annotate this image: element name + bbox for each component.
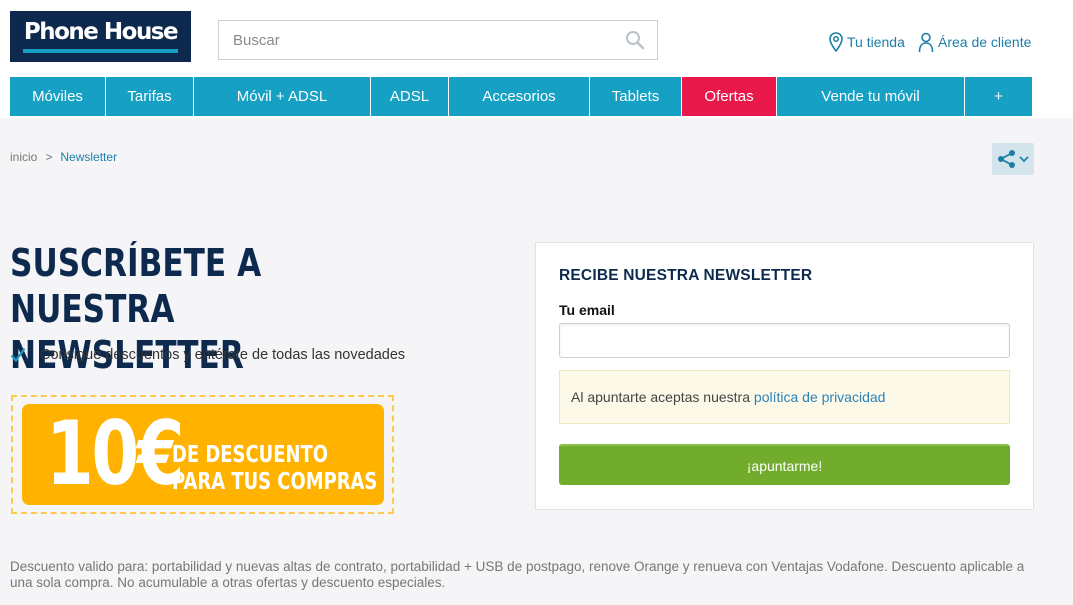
benefit-text: Consigue descuentos y entérate de todas … — [40, 347, 406, 363]
phone-house-logo[interactable]: Phone House — [10, 11, 191, 62]
chevron-down-icon — [1019, 156, 1029, 163]
nav-item-tarifas[interactable]: Tarifas — [106, 77, 194, 116]
email-label: Tu email — [559, 302, 615, 318]
customer-area-link[interactable]: Área de cliente — [918, 31, 1031, 53]
nav-item-moviles[interactable]: Móviles — [10, 77, 106, 116]
form-title: RECIBE NUESTRA NEWSLETTER — [559, 267, 813, 284]
share-button[interactable] — [992, 143, 1034, 175]
breadcrumb-separator: > — [45, 150, 53, 164]
search-input[interactable] — [219, 21, 619, 59]
nav-item-vende-tu-movil[interactable]: Vende tu móvil — [777, 77, 965, 116]
nav-item-adsl[interactable]: ADSL — [371, 77, 449, 116]
main-nav: Móviles Tarifas Móvil + ADSL ADSL Acceso… — [10, 77, 1033, 116]
promo-text: DE DESCUENTO PARA TUS COMPRAS — [172, 442, 377, 496]
breadcrumb-home[interactable]: inicio — [10, 150, 37, 164]
nav-item-movil-adsl[interactable]: Móvil + ADSL — [194, 77, 371, 116]
site-header: Phone House Tu tienda Área de cliente Mó… — [0, 0, 1073, 118]
privacy-policy-link[interactable]: política de privacidad — [754, 389, 886, 405]
discount-disclaimer: Descuento valido para: portabilidad y nu… — [10, 559, 1025, 590]
logo-underline — [23, 49, 178, 53]
nav-item-tablets[interactable]: Tablets — [590, 77, 682, 116]
page-title-line1: SUSCRÍBETE A NUESTRA — [10, 241, 262, 331]
promo-amount: 10€ — [46, 402, 185, 505]
search-icon[interactable] — [625, 30, 645, 50]
benefit-item: Consigue descuentos y entérate de todas … — [10, 347, 405, 363]
newsletter-form: RECIBE NUESTRA NEWSLETTER Tu email Al ap… — [535, 242, 1034, 510]
email-field[interactable] — [559, 323, 1010, 358]
nav-item-more[interactable]: + — [965, 77, 1033, 116]
promo-line2: PARA TUS COMPRAS — [172, 469, 378, 495]
customer-area-label: Área de cliente — [938, 34, 1032, 50]
privacy-notice: Al apuntarte aceptas nuestra política de… — [559, 370, 1010, 424]
promo-line1: DE DESCUENTO — [172, 442, 328, 468]
location-pin-icon — [829, 32, 843, 52]
promo-badge: 10€ DE DESCUENTO PARA TUS COMPRAS — [22, 402, 384, 505]
breadcrumb-current[interactable]: Newsletter — [60, 150, 117, 164]
user-icon — [918, 32, 934, 52]
logo-text: Phone House — [23, 19, 179, 45]
breadcrumb: inicio > Newsletter — [10, 150, 117, 164]
nav-item-ofertas[interactable]: Ofertas — [682, 77, 777, 116]
store-locator-label: Tu tienda — [847, 34, 905, 50]
subscribe-button[interactable]: ¡apuntarme! — [559, 444, 1010, 485]
search-box — [218, 20, 658, 60]
checkmark-icon — [10, 347, 26, 363]
store-locator-link[interactable]: Tu tienda — [829, 31, 905, 53]
privacy-text: Al apuntarte aceptas nuestra — [571, 389, 754, 405]
nav-item-accesorios[interactable]: Accesorios — [449, 77, 590, 116]
share-icon — [998, 150, 1015, 168]
promo-banner: 10€ DE DESCUENTO PARA TUS COMPRAS — [11, 395, 394, 514]
